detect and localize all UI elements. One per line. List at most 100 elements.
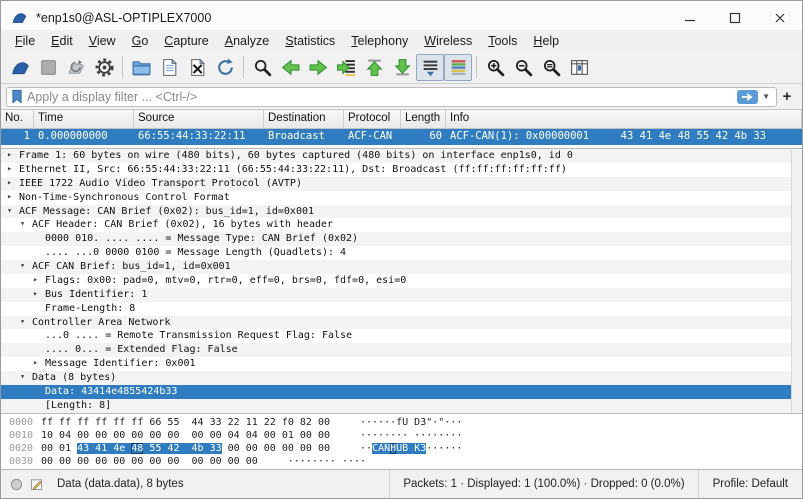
start-capture-button[interactable] bbox=[6, 54, 34, 81]
detail-row[interactable]: .... 0... = Extended Flag: False bbox=[1, 343, 802, 357]
hex-row[interactable]: 003000 00 00 00 00 00 00 00 00 00 00 00·… bbox=[1, 455, 802, 468]
menu-view[interactable]: View bbox=[81, 33, 124, 49]
expand-icon[interactable]: ▸ bbox=[7, 163, 19, 177]
menu-wireless[interactable]: Wireless bbox=[416, 33, 480, 49]
collapse-icon[interactable]: ▾ bbox=[20, 218, 32, 232]
detail-row[interactable]: ▸Ethernet II, Src: 66:55:44:33:22:11 (66… bbox=[1, 163, 802, 177]
hex-ascii: ········ ···· bbox=[288, 455, 366, 468]
expert-info-icon[interactable] bbox=[10, 478, 23, 491]
no-expander bbox=[33, 343, 45, 357]
collapse-icon[interactable]: ▾ bbox=[20, 316, 32, 330]
detail-row[interactable]: ▸Non-Time-Synchronous Control Format bbox=[1, 191, 802, 205]
auto-scroll-button[interactable] bbox=[416, 54, 444, 81]
menu-help[interactable]: Help bbox=[525, 33, 567, 49]
detail-row[interactable]: 0000 010. .... .... = Message Type: CAN … bbox=[1, 232, 802, 246]
filter-dropdown-caret[interactable]: ▼ bbox=[762, 92, 770, 101]
add-filter-button[interactable]: + bbox=[777, 88, 797, 105]
packet-cell-info: ACF-CAN(1): 0x00000001 43 41 4e 48 55 42… bbox=[446, 129, 802, 145]
column-header-info[interactable]: Info bbox=[446, 110, 802, 128]
no-expander bbox=[33, 385, 45, 399]
zoom-out-button[interactable] bbox=[509, 54, 537, 81]
collapse-icon[interactable]: ▾ bbox=[20, 371, 32, 385]
find-packet-button[interactable] bbox=[248, 54, 276, 81]
capture-comment-icon[interactable] bbox=[30, 478, 43, 491]
zoom-in-button[interactable] bbox=[481, 54, 509, 81]
normal-size-button[interactable] bbox=[537, 54, 565, 81]
minimize-button[interactable] bbox=[667, 5, 712, 30]
detail-row[interactable]: ▾Data (8 bytes) bbox=[1, 371, 802, 385]
collapse-icon[interactable]: ▾ bbox=[7, 205, 19, 219]
go-forward-button[interactable] bbox=[304, 54, 332, 81]
column-header-length[interactable]: Length bbox=[401, 110, 446, 128]
open-file-button[interactable] bbox=[127, 54, 155, 81]
detail-row[interactable]: ▸Message Identifier: 0x001 bbox=[1, 357, 802, 371]
column-header-source[interactable]: Source bbox=[134, 110, 264, 128]
toolbar-separator bbox=[476, 56, 477, 78]
display-filter-field[interactable]: ▼ bbox=[6, 87, 777, 107]
column-header-protocol[interactable]: Protocol bbox=[344, 110, 401, 128]
hex-row[interactable]: 001010 04 00 00 00 00 00 00 00 00 04 04 … bbox=[1, 429, 802, 442]
detail-row[interactable]: ▾Controller Area Network bbox=[1, 316, 802, 330]
detail-row[interactable]: ▸Frame 1: 60 bytes on wire (480 bits), 6… bbox=[1, 149, 802, 163]
expand-icon[interactable]: ▸ bbox=[33, 274, 45, 288]
menu-statistics[interactable]: Statistics bbox=[277, 33, 343, 49]
packet-row[interactable]: 10.00000000066:55:44:33:22:11BroadcastAC… bbox=[1, 129, 802, 145]
reload-file-button[interactable] bbox=[211, 54, 239, 81]
filter-toolbar: ▼ + bbox=[1, 84, 802, 110]
details-scrollbar[interactable] bbox=[791, 149, 802, 413]
menu-analyze[interactable]: Analyze bbox=[217, 33, 277, 49]
expand-icon[interactable]: ▸ bbox=[7, 177, 19, 191]
detail-text: Data (8 bytes) bbox=[32, 371, 116, 385]
detail-row[interactable]: Frame-Length: 8 bbox=[1, 302, 802, 316]
detail-row[interactable]: Data: 43414e4855424b33 bbox=[1, 385, 802, 399]
menu-telephony[interactable]: Telephony bbox=[343, 33, 416, 49]
go-to-bottom-button[interactable] bbox=[388, 54, 416, 81]
collapse-icon[interactable]: ▾ bbox=[20, 260, 32, 274]
detail-row[interactable]: ▸Bus Identifier: 1 bbox=[1, 288, 802, 302]
detail-row[interactable]: ▸Flags: 0x00: pad=0, mtv=0, rtr=0, eff=0… bbox=[1, 274, 802, 288]
expand-icon[interactable]: ▸ bbox=[7, 149, 19, 163]
detail-row[interactable]: .... ...0 0000 0100 = Message Length (Qu… bbox=[1, 246, 802, 260]
menu-edit[interactable]: Edit bbox=[43, 33, 81, 49]
detail-row[interactable]: [Length: 8] bbox=[1, 399, 802, 413]
resize-columns-button[interactable] bbox=[565, 54, 593, 81]
colorize-button[interactable] bbox=[444, 54, 472, 81]
display-filter-input[interactable] bbox=[23, 90, 737, 104]
maximize-button[interactable] bbox=[712, 5, 757, 30]
close-button[interactable] bbox=[757, 5, 802, 30]
restart-capture-button[interactable] bbox=[62, 54, 90, 81]
column-header-destination[interactable]: Destination bbox=[264, 110, 344, 128]
close-file-button[interactable] bbox=[183, 54, 211, 81]
status-profile[interactable]: Profile: Default bbox=[698, 470, 802, 498]
column-header-no[interactable]: No. bbox=[1, 110, 34, 128]
detail-row[interactable]: ▾ACF CAN Brief: bus_id=1, id=0x001 bbox=[1, 260, 802, 274]
detail-row[interactable]: ▾ACF Message: CAN Brief (0x02): bus_id=1… bbox=[1, 205, 802, 219]
menu-go[interactable]: Go bbox=[124, 33, 157, 49]
expand-icon[interactable]: ▸ bbox=[33, 357, 45, 371]
detail-row[interactable]: ...0 .... = Remote Transmission Request … bbox=[1, 329, 802, 343]
detail-text: Message Identifier: 0x001 bbox=[45, 357, 196, 371]
menu-capture[interactable]: Capture bbox=[156, 33, 216, 49]
detail-text: Frame-Length: 8 bbox=[45, 302, 135, 316]
capture-options-button[interactable] bbox=[90, 54, 118, 81]
go-to-top-icon bbox=[364, 57, 385, 78]
stop-capture-button[interactable] bbox=[34, 54, 62, 81]
detail-row[interactable]: ▸IEEE 1722 Audio Video Transport Protoco… bbox=[1, 177, 802, 191]
go-back-button[interactable] bbox=[276, 54, 304, 81]
save-file-button[interactable] bbox=[155, 54, 183, 81]
expand-icon[interactable]: ▸ bbox=[33, 288, 45, 302]
go-to-top-button[interactable] bbox=[360, 54, 388, 81]
no-expander bbox=[33, 399, 45, 413]
save-file-icon bbox=[159, 57, 180, 78]
bookmark-icon[interactable] bbox=[11, 89, 23, 104]
expand-icon[interactable]: ▸ bbox=[7, 191, 19, 205]
column-header-time[interactable]: Time bbox=[34, 110, 134, 128]
apply-filter-button[interactable] bbox=[737, 90, 758, 104]
go-to-packet-button[interactable] bbox=[332, 54, 360, 81]
hex-row[interactable]: 0000ff ff ff ff ff ff 66 55 44 33 22 11 … bbox=[1, 416, 802, 429]
hex-row[interactable]: 002000 01 43 41 4e 48 55 42 4b 33 00 00 … bbox=[1, 442, 802, 455]
menu-tools[interactable]: Tools bbox=[480, 33, 525, 49]
detail-row[interactable]: ▾ACF Header: CAN Brief (0x02), 16 bytes … bbox=[1, 218, 802, 232]
packet-list-header: No.TimeSourceDestinationProtocolLengthIn… bbox=[1, 110, 802, 129]
menu-file[interactable]: File bbox=[7, 33, 43, 49]
